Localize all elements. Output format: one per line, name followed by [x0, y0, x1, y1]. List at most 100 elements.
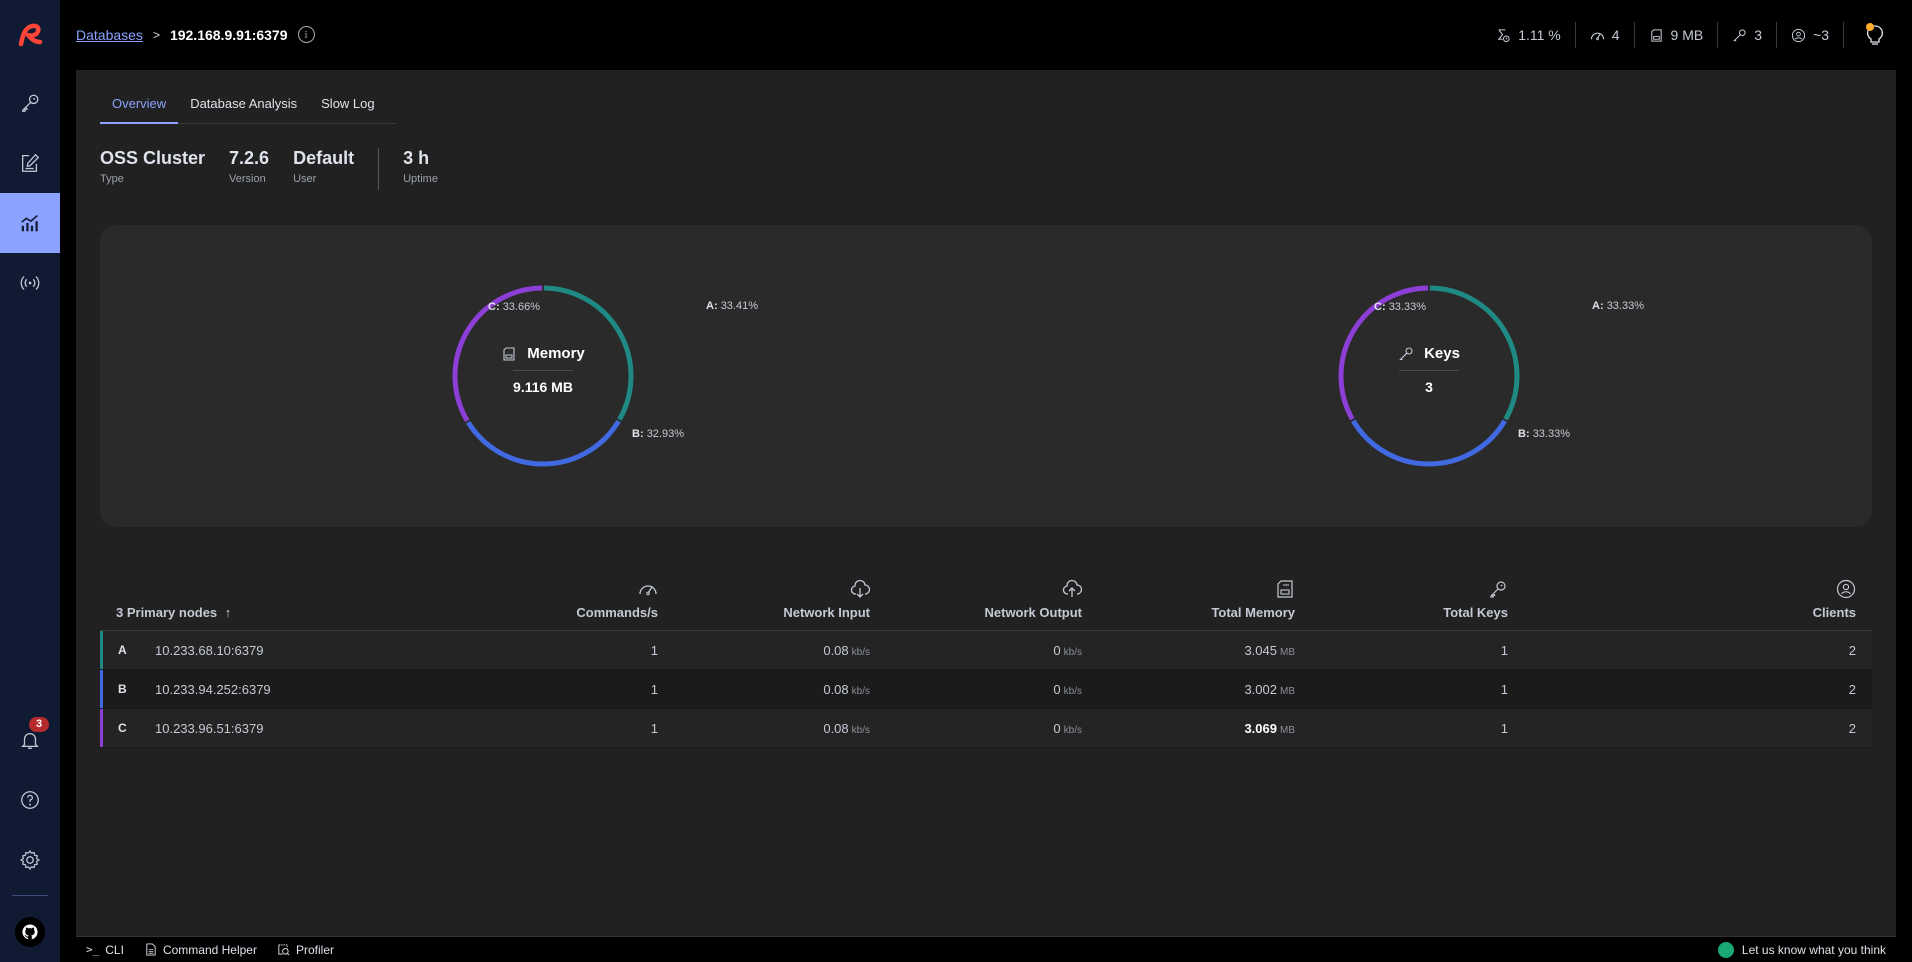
info-user: Default User — [293, 148, 354, 190]
info-user-label: User — [293, 173, 317, 185]
stat-memory: 9 MB — [1635, 22, 1719, 48]
nav-browser[interactable] — [0, 73, 60, 133]
left-nav: 3 — [0, 0, 60, 962]
nav-pubsub[interactable] — [0, 253, 60, 313]
github-link[interactable] — [15, 917, 45, 947]
column-network-output[interactable]: Network Output — [985, 579, 1082, 620]
node-total-keys: 1 — [1500, 721, 1508, 736]
feedback-link[interactable]: Let us know what you think — [1717, 941, 1886, 958]
stat-clients: ~3 — [1777, 22, 1844, 48]
keys-donut-title: Keys — [1424, 345, 1460, 362]
node-network-output: 0 kb/s — [1053, 721, 1082, 736]
info-uptime-label: Uptime — [403, 173, 438, 185]
node-address: 10.233.94.252:6379 — [155, 682, 271, 697]
node-commands: 1 — [650, 682, 658, 697]
keys-label-c: C: 33.33% — [1374, 301, 1426, 313]
node-network-input: 0.08 kb/s — [823, 643, 870, 658]
profiler-button[interactable]: Profiler — [277, 943, 334, 957]
memory-label-c: C: 33.66% — [488, 301, 540, 313]
tab-database-analysis[interactable]: Database Analysis — [178, 92, 309, 124]
insights-button[interactable] — [1864, 22, 1886, 48]
node-total-memory: 3.002 MB — [1244, 682, 1295, 697]
stat-cpu: 1.11 % — [1482, 22, 1576, 48]
breadcrumb-host: 192.168.9.91:6379 — [169, 26, 288, 43]
stat-keys-value: 3 — [1754, 27, 1763, 43]
column-clients[interactable]: Clients — [1813, 579, 1856, 620]
keys-donut-center: Keys 3 — [1349, 345, 1509, 395]
breadcrumb-databases-link[interactable]: Databases — [76, 27, 143, 43]
info-type-value: OSS Cluster — [100, 148, 206, 168]
top-header: Databases > 192.168.9.91:6379 i 1.11 % 4… — [60, 0, 1912, 70]
broadcast-icon — [20, 276, 40, 290]
bottom-bar: >_ CLI Command Helper Profiler Let us kn… — [76, 936, 1896, 962]
user-icon — [1836, 579, 1856, 599]
main-panel: Overview Database Analysis Slow Log OSS … — [76, 70, 1896, 936]
bell-icon — [21, 733, 39, 749]
donut-segment-b[interactable] — [466, 419, 621, 467]
tab-overview[interactable]: Overview — [100, 92, 179, 124]
redis-logo[interactable] — [0, 0, 60, 70]
node-color-bar — [100, 709, 103, 747]
breadcrumb-separator: > — [152, 27, 160, 42]
node-letter: C — [118, 721, 127, 735]
nav-help[interactable] — [0, 770, 60, 830]
column-total-keys[interactable]: Total Keys — [1443, 579, 1508, 620]
info-divider — [378, 148, 380, 190]
memory-donut-center: Memory 9.116 MB — [463, 345, 623, 395]
nav-analytics[interactable] — [0, 193, 60, 253]
table-header: 3 Primary nodes ↑ Commands/s Network Inp… — [100, 575, 1872, 631]
node-address: 10.233.68.10:6379 — [155, 643, 264, 658]
info-user-value: Default — [293, 148, 355, 168]
column-primary-nodes[interactable]: 3 Primary nodes ↑ — [116, 605, 231, 620]
stat-clients-value: ~3 — [1813, 27, 1829, 43]
cloud-download-icon — [850, 579, 870, 598]
info-type-label: Type — [100, 173, 124, 185]
info-uptime: 3 h Uptime — [403, 148, 438, 190]
nav-settings[interactable] — [0, 830, 60, 890]
command-helper-button[interactable]: Command Helper — [144, 943, 257, 957]
column-commands[interactable]: Commands/s — [576, 579, 658, 620]
gear-icon — [20, 850, 40, 870]
memory-donut-title: Memory — [527, 345, 585, 362]
cpu-timer-icon — [1497, 28, 1510, 42]
node-total-keys: 1 — [1500, 682, 1508, 697]
keys-label-b: B: 33.33% — [1518, 428, 1570, 440]
column-network-input[interactable]: Network Input — [783, 579, 870, 620]
cloud-upload-icon — [1062, 579, 1082, 597]
info-type: OSS Cluster Type — [100, 148, 205, 190]
keys-donut-chart: Keys 3 A: 33.33% B: 33.33% C: 33.33% — [1229, 225, 1644, 527]
node-letter: B — [118, 682, 127, 696]
column-total-memory[interactable]: Total Memory — [1211, 579, 1295, 620]
node-letter: A — [118, 643, 127, 657]
info-icon[interactable]: i — [297, 26, 315, 43]
node-network-input: 0.08 kb/s — [823, 682, 870, 697]
analytics-icon — [21, 215, 38, 232]
profiler-icon — [278, 944, 290, 956]
sort-arrow-icon[interactable]: ↑ — [225, 605, 232, 620]
node-commands: 1 — [650, 721, 658, 736]
node-total-memory: 3.069 MB — [1244, 721, 1295, 736]
keys-donut-total: 3 — [1425, 379, 1433, 395]
info-version-label: Version — [229, 173, 266, 185]
github-icon — [22, 924, 38, 940]
node-network-output: 0 kb/s — [1053, 643, 1082, 658]
nav-workbench[interactable] — [0, 133, 60, 193]
node-total-memory: 3.045 MB — [1244, 643, 1295, 658]
memory-icon — [1650, 28, 1662, 42]
donut-segment-b[interactable] — [1351, 419, 1507, 467]
memory-icon — [503, 346, 515, 361]
memory-label-b: B: 32.93% — [632, 428, 684, 440]
node-clients: 2 — [1848, 643, 1856, 658]
nav-divider — [12, 895, 48, 896]
stat-keys: 3 — [1718, 22, 1778, 48]
tab-slow-log[interactable]: Slow Log — [309, 92, 386, 124]
table-row[interactable]: A 10.233.68.10:6379 1 0.08 kb/s 0 kb/s 3.0… — [100, 631, 1872, 670]
table-row[interactable]: C 10.233.96.51:6379 1 0.08 kb/s 0 kb/s 3.0… — [100, 709, 1872, 748]
info-version-value: 7.2.6 — [229, 148, 270, 168]
cli-button[interactable]: >_ CLI — [86, 943, 124, 957]
edit-icon — [22, 153, 40, 172]
table-row[interactable]: B 10.233.94.252:6379 1 0.08 kb/s 0 kb/s 3.… — [100, 670, 1872, 709]
key-icon — [22, 94, 39, 112]
nodes-table: 3 Primary nodes ↑ Commands/s Network Inp… — [100, 575, 1872, 748]
stat-ops-value: 4 — [1611, 27, 1620, 43]
